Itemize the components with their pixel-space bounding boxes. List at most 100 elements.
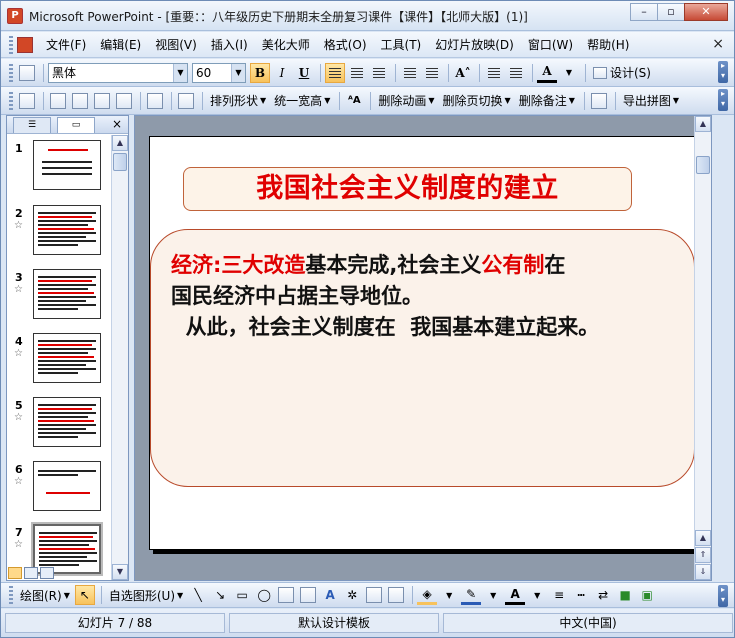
- slide-thumbnail[interactable]: [33, 140, 101, 190]
- align-center-button[interactable]: [347, 63, 367, 83]
- previous-slide-icon[interactable]: ⇑: [695, 547, 711, 563]
- arrow-style-icon[interactable]: ⇄: [593, 585, 613, 605]
- slide-thumbnail[interactable]: [33, 205, 101, 255]
- font-name-dropdown[interactable]: 黑体 ▼: [48, 62, 188, 83]
- menu-file[interactable]: 文件(F): [39, 36, 93, 53]
- tab-outline[interactable]: ☰: [13, 117, 51, 133]
- chevron-down-icon[interactable]: ▼: [439, 585, 459, 605]
- format-painter-icon[interactable]: [17, 63, 37, 83]
- slide-body-box[interactable]: 经济:三大改造基本完成,社会主义公有制在 国民经济中占据主导地位。 从此，社会主…: [150, 229, 695, 487]
- decrease-indent-button[interactable]: [484, 63, 504, 83]
- scroll-up-icon[interactable]: ▲: [695, 530, 711, 546]
- chevron-down-icon[interactable]: ▼: [483, 585, 503, 605]
- insert-picture-icon[interactable]: [386, 585, 406, 605]
- delete-transition-button[interactable]: 删除页切换 ▼: [440, 91, 514, 111]
- draw-menu-button[interactable]: 绘图(R) ▼: [17, 585, 73, 605]
- vertical-textbox-icon[interactable]: [298, 585, 318, 605]
- normal-view-icon[interactable]: [8, 567, 22, 579]
- toolbar-options-icon[interactable]: ▸ ▾: [718, 89, 728, 111]
- menu-beautify-master[interactable]: 美化大师: [255, 36, 317, 53]
- slide-thumbnail[interactable]: [33, 269, 101, 319]
- scrollbar-thumb[interactable]: [113, 153, 127, 171]
- slide-thumbnail-row[interactable]: 6 ☆: [7, 461, 111, 521]
- underline-button[interactable]: U: [294, 63, 314, 83]
- close-document-icon[interactable]: ×: [712, 36, 724, 52]
- chevron-down-icon[interactable]: ▼: [559, 63, 579, 83]
- close-window-button[interactable]: ✕: [684, 3, 728, 21]
- window-icon[interactable]: [114, 91, 134, 111]
- line-icon[interactable]: ╲: [188, 585, 208, 605]
- shadow-style-icon[interactable]: ■: [615, 585, 635, 605]
- 3d-style-icon[interactable]: ▣: [637, 585, 657, 605]
- layout-icon[interactable]: [92, 91, 112, 111]
- text-case-icon[interactable]: ᴬA: [344, 91, 364, 111]
- slide-thumbnail-row[interactable]: 1: [7, 140, 111, 200]
- menu-window[interactable]: 窗口(W): [521, 36, 580, 53]
- menu-edit[interactable]: 编辑(E): [93, 36, 148, 53]
- toolbar-grip-icon[interactable]: [9, 63, 13, 82]
- current-slide[interactable]: 我国社会主义制度的建立 经济:三大改造基本完成,社会主义公有制在 国民经济中占据…: [149, 136, 701, 550]
- arrow-icon[interactable]: ↘: [210, 585, 230, 605]
- slide-thumbnail-row[interactable]: 2 ☆: [7, 205, 111, 265]
- slides-scrollbar[interactable]: ▲ ▼: [111, 135, 128, 580]
- toolbar-grip-icon[interactable]: [9, 586, 13, 604]
- menu-tools[interactable]: 工具(T): [374, 36, 429, 53]
- increase-indent-button[interactable]: [506, 63, 526, 83]
- font-size-dropdown[interactable]: 60 ▼: [192, 62, 246, 83]
- menu-help[interactable]: 帮助(H): [580, 36, 636, 53]
- oval-icon[interactable]: ◯: [254, 585, 274, 605]
- font-color-button[interactable]: A: [537, 63, 557, 83]
- slide-thumbnail-row[interactable]: 4 ☆: [7, 333, 111, 393]
- toolbar-grip-icon[interactable]: [9, 91, 13, 110]
- font-color-draw-icon[interactable]: A: [505, 585, 526, 605]
- increase-font-size-icon[interactable]: A˄: [453, 63, 473, 83]
- slide-thumbnail[interactable]: [33, 461, 101, 511]
- scroll-up-icon[interactable]: ▲: [112, 135, 128, 151]
- bold-button[interactable]: B: [250, 62, 270, 83]
- new-slide-icon[interactable]: [17, 91, 37, 111]
- image-icon[interactable]: [70, 91, 90, 111]
- scroll-up-icon[interactable]: ▲: [695, 116, 711, 132]
- slideshow-view-icon[interactable]: [40, 567, 54, 579]
- numbered-list-button[interactable]: [400, 63, 420, 83]
- magic-wand-icon[interactable]: [145, 91, 165, 111]
- align-left-button[interactable]: [325, 62, 345, 83]
- uniform-size-button[interactable]: 统一宽高 ▼: [271, 91, 333, 111]
- slide-title-box[interactable]: 我国社会主义制度的建立: [183, 167, 632, 211]
- design-button[interactable]: 设计(S): [590, 63, 654, 83]
- dash-style-icon[interactable]: ┅: [571, 585, 591, 605]
- restore-button[interactable]: ▫: [657, 3, 685, 21]
- slide-thumbnail-row[interactable]: 5 ☆: [7, 397, 111, 457]
- menu-format[interactable]: 格式(O): [317, 36, 374, 53]
- clipart-icon[interactable]: [364, 585, 384, 605]
- align-right-button[interactable]: [369, 63, 389, 83]
- export-icon[interactable]: [589, 91, 609, 111]
- delete-animation-button[interactable]: 删除动画 ▼: [375, 91, 437, 111]
- select-objects-icon[interactable]: ↖: [74, 585, 95, 605]
- toolbar-options-icon[interactable]: ▸ ▾: [718, 585, 728, 607]
- line-style-icon[interactable]: ≡: [549, 585, 569, 605]
- tab-slides[interactable]: ▭: [57, 117, 95, 133]
- toolbar-grip-icon[interactable]: [9, 35, 13, 54]
- arrange-shapes-button[interactable]: 排列形状 ▼: [207, 91, 269, 111]
- slide-sorter-view-icon[interactable]: [24, 567, 38, 579]
- line-color-icon[interactable]: ✎: [461, 585, 482, 605]
- italic-button[interactable]: I: [272, 63, 292, 83]
- chevron-down-icon[interactable]: ▼: [173, 63, 187, 82]
- diagram-icon[interactable]: ✲: [342, 585, 362, 605]
- picture-icon[interactable]: [48, 91, 68, 111]
- minimize-button[interactable]: –: [630, 3, 658, 21]
- menu-insert[interactable]: 插入(I): [204, 36, 255, 53]
- chevron-down-icon[interactable]: ▼: [527, 585, 547, 605]
- menu-slideshow[interactable]: 幻灯片放映(D): [428, 36, 521, 53]
- next-slide-icon[interactable]: ⇓: [695, 564, 711, 580]
- autoshapes-button[interactable]: 自选图形(U) ▼: [106, 585, 186, 605]
- menu-view[interactable]: 视图(V): [148, 36, 204, 53]
- wordart-icon[interactable]: A: [320, 585, 340, 605]
- fill-color-icon[interactable]: ◈: [417, 585, 438, 605]
- slide-thumbnail-row[interactable]: 3 ☆: [7, 269, 111, 329]
- export-image-button[interactable]: 导出拼图 ▼: [620, 91, 682, 111]
- chevron-down-icon[interactable]: ▼: [231, 63, 245, 82]
- slide-thumbnail[interactable]: [33, 333, 101, 383]
- page-icon[interactable]: [176, 91, 196, 111]
